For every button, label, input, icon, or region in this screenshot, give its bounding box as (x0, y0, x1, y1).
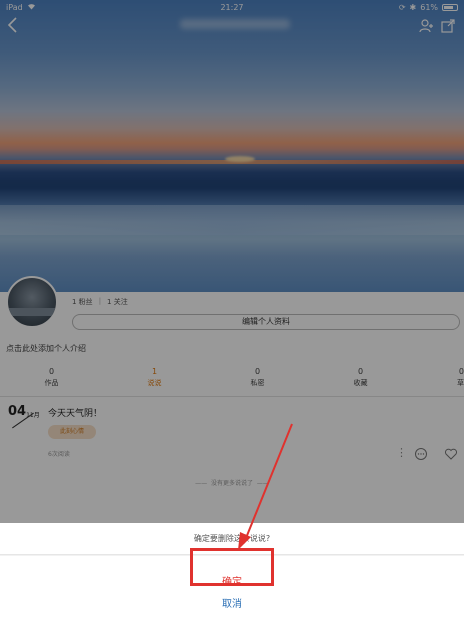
watermark-url: jingyan.baidu.com (390, 596, 446, 603)
annotation-highlight (190, 548, 274, 586)
